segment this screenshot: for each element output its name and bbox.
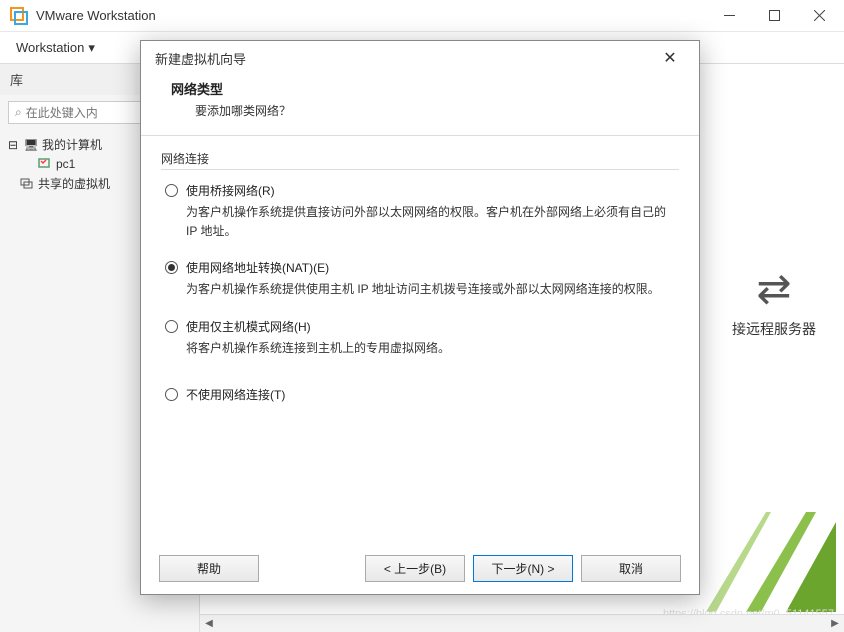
scroll-left-button[interactable]: ◀ [200,615,218,632]
search-icon: ⌕ [15,105,22,120]
radio-label: 不使用网络连接(T) [186,386,285,403]
radio-icon[interactable] [165,261,178,274]
tree-label: pc1 [56,157,75,171]
dialog-subheading: 要添加哪类网络？ [195,102,669,119]
cancel-button[interactable]: 取消 [581,555,681,582]
dialog-close-button[interactable]: ✕ [655,48,685,68]
swap-arrows-icon: ⇄ [704,264,844,313]
radio-nat-desc: 为客户机操作系统提供使用主机 IP 地址访问主机拨号连接或外部以太网网络连接的权… [186,280,679,299]
titlebar: VMware Workstation [0,0,844,32]
help-button[interactable]: 帮助 [159,555,259,582]
dialog-header: 网络类型 要添加哪类网络？ [141,75,699,136]
maximize-button[interactable] [752,1,797,31]
vm-icon [38,158,52,170]
next-button[interactable]: 下一步(N) > [473,555,573,582]
radio-label: 使用桥接网络(R) [186,182,275,199]
divider [161,169,679,170]
window-title: VMware Workstation [36,8,707,23]
wizard-dialog: 新建虚拟机向导 ✕ 网络类型 要添加哪类网络？ 网络连接 使用桥接网络(R) 为… [140,40,700,595]
radio-icon[interactable] [165,320,178,333]
shared-icon [20,178,34,190]
remote-server-tile[interactable]: ⇄ 接远程服务器 [704,264,844,339]
horizontal-scrollbar[interactable]: ◀ ▶ [200,614,844,632]
radio-label: 使用仅主机模式网络(H) [186,318,311,335]
radio-hostonly[interactable]: 使用仅主机模式网络(H) [165,318,679,335]
dialog-body: 网络连接 使用桥接网络(R) 为客户机操作系统提供直接访问外部以太网网络的权限。… [141,136,699,543]
dialog-title-text: 新建虚拟机向导 [155,49,246,68]
computer-icon: 🖥 [24,139,38,151]
workstation-menu-label: Workstation [16,40,84,55]
radio-nat[interactable]: 使用网络地址转换(NAT)(E) [165,259,679,276]
app-icon [10,7,28,25]
chevron-down-icon: ▾ [88,40,95,56]
dialog-footer: 帮助 < 上一步(B) 下一步(N) > 取消 [141,543,699,594]
back-button[interactable]: < 上一步(B) [365,555,465,582]
dialog-titlebar: 新建虚拟机向导 ✕ [141,41,699,75]
minimize-button[interactable] [707,1,752,31]
workstation-menu[interactable]: Workstation ▾ [10,34,101,62]
close-button[interactable] [797,1,842,31]
radio-bridged-desc: 为客户机操作系统提供直接访问外部以太网网络的权限。客户机在外部网络上必须有自己的… [186,203,679,241]
scroll-right-button[interactable]: ▶ [826,615,844,632]
window-controls [707,1,842,31]
decorative-graphic [706,512,836,612]
remote-server-label: 接远程服务器 [704,319,844,339]
collapse-icon[interactable]: ⊟ [6,139,20,151]
dialog-heading: 网络类型 [171,79,669,98]
fieldset-label: 网络连接 [161,150,679,167]
radio-icon[interactable] [165,388,178,401]
radio-bridged[interactable]: 使用桥接网络(R) [165,182,679,199]
radio-icon[interactable] [165,184,178,197]
tree-label: 共享的虚拟机 [38,175,110,192]
radio-label: 使用网络地址转换(NAT)(E) [186,259,329,276]
radio-none[interactable]: 不使用网络连接(T) [165,386,679,403]
tree-label: 我的计算机 [42,136,102,153]
radio-hostonly-desc: 将客户机操作系统连接到主机上的专用虚拟网络。 [186,339,679,358]
